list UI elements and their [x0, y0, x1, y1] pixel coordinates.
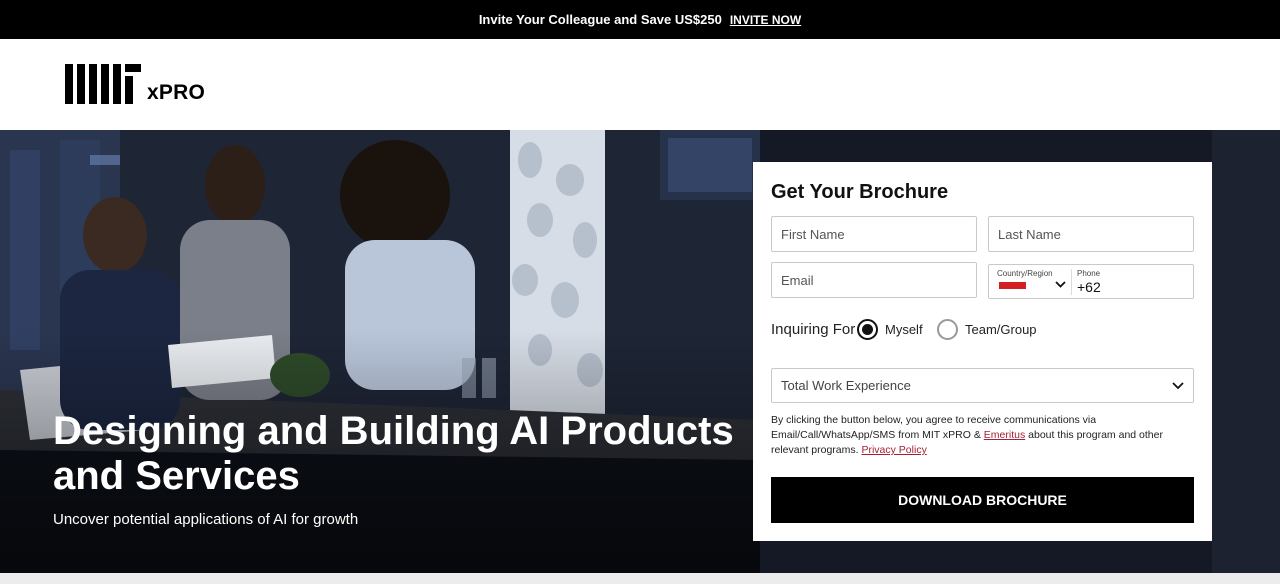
- radio-myself[interactable]: [857, 319, 878, 340]
- privacy-policy-link[interactable]: Privacy Policy: [861, 444, 926, 456]
- consent-text: By clicking the button below, you agree …: [771, 413, 1191, 458]
- email-placeholder: Email: [781, 272, 814, 288]
- mit-xpro-logo[interactable]: xPRO: [65, 64, 205, 104]
- radio-team-group-label[interactable]: Team/Group: [965, 322, 1037, 337]
- mit-logo-mark: [65, 64, 141, 104]
- first-name-placeholder: First Name: [781, 226, 845, 242]
- hero-shade-overlay: [0, 130, 760, 573]
- country-select[interactable]: Country/Region: [997, 269, 1071, 295]
- work-experience-placeholder: Total Work Experience: [781, 378, 911, 393]
- last-name-field[interactable]: Last Name: [988, 216, 1194, 252]
- country-flag-icon: [999, 282, 1026, 289]
- brochure-form: Get Your Brochure First Name Last Name E…: [753, 162, 1212, 541]
- inquiring-for-label: Inquiring For: [771, 321, 856, 338]
- invite-now-link[interactable]: INVITE NOW: [730, 13, 801, 27]
- site-header: xPRO: [0, 39, 1280, 130]
- chevron-down-icon: [1172, 382, 1184, 390]
- email-field[interactable]: Email: [771, 262, 977, 298]
- form-title: Get Your Brochure: [771, 181, 949, 203]
- phone-label: Phone: [1077, 269, 1101, 278]
- radio-myself-label[interactable]: Myself: [885, 322, 923, 337]
- section-divider: [0, 573, 1280, 584]
- radio-team-group[interactable]: [937, 319, 958, 340]
- hero-title: Designing and Building AI Products and S…: [53, 409, 734, 498]
- promo-text: Invite Your Colleague and Save US$250: [478, 12, 722, 27]
- phone-input[interactable]: +62: [1077, 279, 1101, 295]
- xpro-wordmark: xPRO: [147, 81, 205, 104]
- download-brochure-button[interactable]: DOWNLOAD BROCHURE: [771, 477, 1194, 523]
- promo-bar: Invite Your Colleague and Save US$250 IN…: [0, 0, 1280, 39]
- phone-field-group: Country/Region Phone +62: [988, 264, 1194, 299]
- last-name-placeholder: Last Name: [998, 226, 1061, 242]
- chevron-down-icon: [1055, 281, 1066, 288]
- phone-divider: [1071, 269, 1072, 295]
- country-label: Country/Region: [997, 269, 1053, 278]
- emeritus-link[interactable]: Emeritus: [984, 429, 1025, 441]
- work-experience-select[interactable]: Total Work Experience: [771, 368, 1194, 403]
- first-name-field[interactable]: First Name: [771, 216, 977, 252]
- hero-subtitle: Uncover potential applications of AI for…: [53, 511, 359, 528]
- inquiring-for-group: Inquiring For Myself Team/Group: [771, 319, 1191, 341]
